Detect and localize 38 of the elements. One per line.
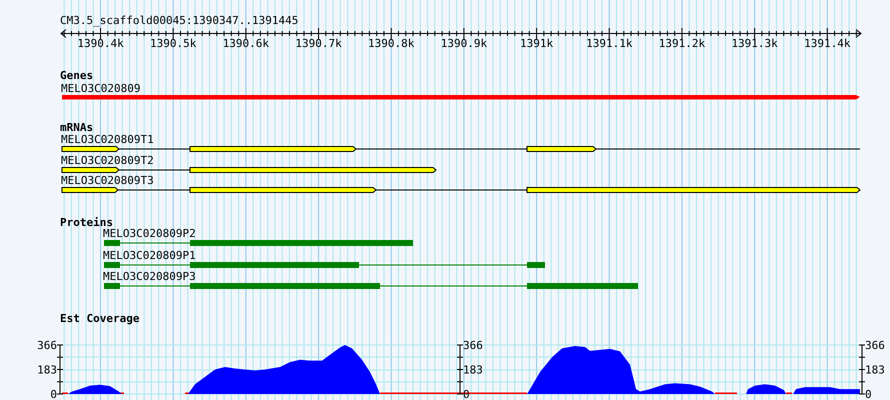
track-title: Est Coverage <box>60 312 140 325</box>
feature-label: MELO3C020809P3 <box>103 270 196 283</box>
low-coverage-line <box>715 392 737 394</box>
y-axis <box>56 344 64 394</box>
axis-label: 366 <box>37 339 57 352</box>
feature-label: MELO3C020809P1 <box>103 249 196 262</box>
coverage-area <box>68 384 122 394</box>
axis-label: 366 <box>463 339 483 352</box>
axis-label: 183 <box>37 364 57 376</box>
axis-label: 0 <box>50 388 57 400</box>
tick-label: 1391.2k <box>658 37 706 50</box>
axis-label: 183 <box>463 364 483 376</box>
tick-label: 1390.4k <box>77 37 124 50</box>
axis-label: 0 <box>865 388 872 400</box>
track-title: mRNAs <box>60 121 94 134</box>
tick-label: 1391.3k <box>731 37 778 50</box>
tick-label: 1390.5k <box>150 37 196 50</box>
coverage-area <box>793 387 860 394</box>
tick-label: 1391k <box>520 37 554 50</box>
feature-label: MELO3C020809 <box>61 82 140 95</box>
tick-label: 1390.6k <box>222 37 270 50</box>
tick-label: 1391.4k <box>804 37 850 50</box>
track-title: Proteins <box>60 216 113 229</box>
tick-label: 1390.9k <box>440 37 488 50</box>
coverage-area <box>746 384 786 394</box>
feature-label: MELO3C020809T1 <box>61 133 154 146</box>
region-label: CM3.5_scaffold00045:1390347..1391445 <box>60 14 298 27</box>
y-axis <box>858 344 866 394</box>
feature-label: MELO3C020809P2 <box>103 227 196 240</box>
tick-label: 1390.8k <box>368 37 414 50</box>
axis-label: 366 <box>865 339 885 352</box>
axis-label: 183 <box>865 364 885 376</box>
y-axis <box>456 344 464 394</box>
tick-label: 1390.7k <box>295 37 342 50</box>
feature-label: MELO3C020809T2 <box>61 154 154 167</box>
track-title: Genes <box>60 69 94 82</box>
feature-label: MELO3C020809T3 <box>61 174 154 187</box>
tick-label: 1391.1k <box>586 37 632 50</box>
